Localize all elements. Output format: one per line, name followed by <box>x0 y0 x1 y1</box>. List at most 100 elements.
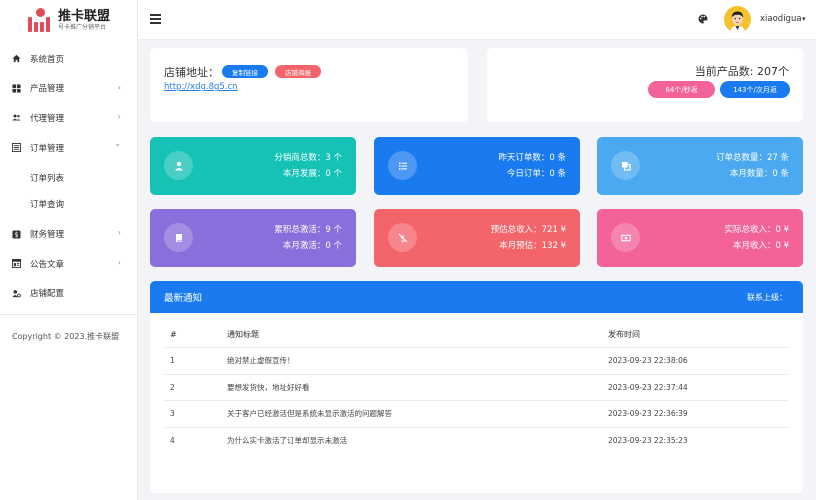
rate-second-badge[interactable]: 64个/秒返 <box>648 81 715 98</box>
stat-secondary-text: 今日订单：0 条 <box>506 169 566 179</box>
contact-superior-link[interactable]: 联系上级： <box>747 292 787 303</box>
article-icon <box>12 259 21 269</box>
stat-card-estimated-income: $ 预估总收入：721 ¥ 本月预估：132 ¥ <box>374 209 580 267</box>
sidebar-item-finance[interactable]: $ 财务管理 › <box>0 219 137 249</box>
stat-primary-text: 预估总收入：721 ¥ <box>490 225 566 235</box>
row-index: 3 <box>170 409 175 419</box>
stat-primary-text: 实际总收入：0 ¥ <box>724 225 789 235</box>
shop-address-label: 店铺地址： <box>164 66 219 79</box>
dollar-slash-icon: $ <box>388 223 417 252</box>
sidebar-subitem-order-query[interactable]: 订单查询 <box>0 191 137 217</box>
shop-poster-button[interactable]: 店铺海报 <box>275 65 321 78</box>
copyright-text: Copyright © 2023.推卡联盟 <box>12 332 120 342</box>
table-row[interactable]: 3 关于客户已经激活但是系统未显示激活的问题解答 2023-09-23 22:3… <box>164 401 789 428</box>
product-count-label: 当前产品数: 207个 <box>694 65 789 78</box>
copy-icon <box>611 151 640 180</box>
sidebar-item-agents[interactable]: 代理管理 › <box>0 103 137 133</box>
notice-title-link[interactable]: 关于客户已经激活但是系统未显示激活的问题解答 <box>227 408 608 419</box>
money-bill-icon <box>611 223 640 252</box>
avatar[interactable] <box>724 6 751 33</box>
shop-url-link[interactable]: http://xdg.8g5.cn <box>164 82 238 92</box>
stat-card-activations: 累积总激活：9 个 本月激活：0 个 <box>150 209 356 267</box>
stat-secondary-text: 本月数量：0 条 <box>729 169 789 179</box>
table-row[interactable]: 4 为什么实卡激活了订单却显示未激活 2023-09-23 22:35:23 <box>164 428 789 455</box>
chevron-right-icon: › <box>117 257 121 267</box>
brand-logo-icon <box>28 8 52 32</box>
stat-secondary-text: 本月激活：0 个 <box>282 241 342 251</box>
stat-secondary-text: 本月收入：0 ¥ <box>732 241 789 251</box>
brand-subtitle: 号卡推广分销平台 <box>58 23 107 31</box>
home-icon <box>12 54 21 63</box>
row-index: 4 <box>170 436 175 446</box>
notice-title-link[interactable]: 绝对禁止虚假宣传！ <box>227 355 608 366</box>
shop-address-card: 店铺地址： 复制链接 店铺海报 http://xdg.8g5.cn <box>150 48 468 122</box>
stat-card-distributors: 分销商总数：3 个 本月发展：0 个 <box>150 137 356 195</box>
sidebar-item-label: 公告文章 <box>30 259 65 270</box>
notice-title-link[interactable]: 为什么实卡激活了订单却显示未激活 <box>227 435 608 446</box>
top-header: xiaodigua ▾ <box>138 0 816 40</box>
chevron-down-icon: ⌄ <box>114 138 121 148</box>
stat-secondary-text: 本月预估：132 ¥ <box>499 241 566 251</box>
user-cog-icon <box>12 289 21 298</box>
column-header-index: # <box>170 330 177 339</box>
chevron-right-icon: › <box>117 112 121 122</box>
table-row[interactable]: 2 要想发货快，地址好好看 2023-09-23 22:37:44 <box>164 375 789 401</box>
stat-secondary-text: 本月发展：0 个 <box>282 169 342 179</box>
sidebar-nav: 系统首页 产品管理 › 代理管理 › 订单管理 ⌄ 订单列表 订单查询 $ 财务… <box>0 44 137 308</box>
rate-month-badge[interactable]: 143个/次月返 <box>720 81 790 98</box>
sidebar-item-label: 财务管理 <box>30 230 65 241</box>
list-icon <box>12 143 21 153</box>
stat-card-daily-orders: 昨天订单数：0 条 今日订单：0 条 <box>374 137 580 195</box>
notice-header: 最新通知 联系上级： <box>150 281 803 313</box>
chevron-right-icon: › <box>117 82 121 92</box>
sidebar-item-home[interactable]: 系统首页 <box>0 44 137 74</box>
row-index: 1 <box>170 356 175 366</box>
brand-title: 推卡联盟 <box>58 8 111 24</box>
list-icon <box>388 151 417 180</box>
stat-card-actual-income: 实际总收入：0 ¥ 本月收入：0 ¥ <box>597 209 803 267</box>
notice-table: # 通知标题 发布时间 1 绝对禁止虚假宣传！ 2023-09-23 22:38… <box>164 322 789 454</box>
sidebar-item-shop-config[interactable]: 店铺配置 <box>0 279 137 309</box>
sidebar: 推卡联盟 号卡推广分销平台 系统首页 产品管理 › 代理管理 › 订单管理 ⌄ … <box>0 0 138 500</box>
sidebar-item-orders[interactable]: 订单管理 ⌄ <box>0 133 137 163</box>
caret-down-icon[interactable]: ▾ <box>802 15 806 23</box>
column-header-title: 通知标题 <box>227 330 259 339</box>
sidebar-item-label: 店铺配置 <box>30 289 65 300</box>
column-header-time: 发布时间 <box>608 330 640 339</box>
username[interactable]: xiaodigua <box>760 14 802 24</box>
row-index: 2 <box>170 382 175 392</box>
stat-primary-text: 订单总数量：27 条 <box>715 153 789 163</box>
publish-time: 2023-09-23 22:38:06 <box>608 356 688 366</box>
table-header-row: # 通知标题 发布时间 <box>164 322 789 348</box>
sidebar-item-label: 系统首页 <box>30 54 65 65</box>
chevron-right-icon: › <box>117 228 121 238</box>
sidebar-item-label: 代理管理 <box>30 113 65 124</box>
publish-time: 2023-09-23 22:37:44 <box>608 382 688 392</box>
publish-time: 2023-09-23 22:35:23 <box>608 436 688 446</box>
dollar-icon: $ <box>12 230 21 239</box>
copy-link-button[interactable]: 复制链接 <box>222 65 268 78</box>
product-count-card: 当前产品数: 207个 64个/秒返 143个/次月返 <box>487 48 803 122</box>
sidebar-item-label: 订单管理 <box>30 143 65 154</box>
sidebar-item-articles[interactable]: 公告文章 › <box>0 249 137 279</box>
publish-time: 2023-09-23 22:36:39 <box>608 409 688 419</box>
palette-icon[interactable] <box>698 14 708 24</box>
user-icon <box>164 151 193 180</box>
table-row[interactable]: 1 绝对禁止虚假宣传！ 2023-09-23 22:38:06 <box>164 348 789 375</box>
stat-primary-text: 昨天订单数：0 条 <box>498 153 566 163</box>
grid-icon <box>12 84 21 93</box>
svg-text:$: $ <box>14 231 18 239</box>
sidebar-subitem-order-list[interactable]: 订单列表 <box>0 165 137 191</box>
users-icon <box>12 113 21 122</box>
stat-primary-text: 累积总激活：9 个 <box>274 225 342 235</box>
stat-primary-text: 分销商总数：3 个 <box>274 153 342 163</box>
latest-notice-panel: 最新通知 联系上级： # 通知标题 发布时间 1 绝对禁止虚假宣传！ 2023-… <box>150 281 803 493</box>
notice-title: 最新通知 <box>164 293 203 304</box>
book-icon <box>164 223 193 252</box>
menu-toggle-icon[interactable] <box>150 14 161 24</box>
stat-card-order-total: 订单总数量：27 条 本月数量：0 条 <box>597 137 803 195</box>
sidebar-item-label: 产品管理 <box>30 84 65 95</box>
notice-title-link[interactable]: 要想发货快，地址好好看 <box>227 382 608 393</box>
brand[interactable]: 推卡联盟 号卡推广分销平台 <box>0 0 137 40</box>
sidebar-item-products[interactable]: 产品管理 › <box>0 74 137 104</box>
